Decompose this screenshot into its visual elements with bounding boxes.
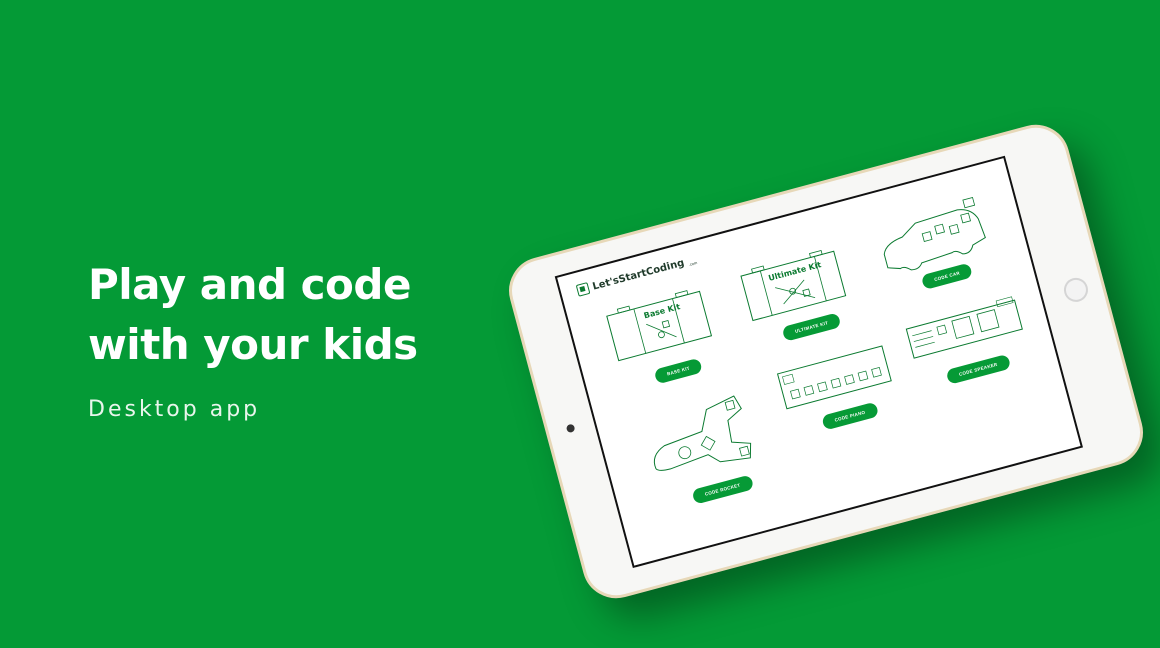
hero-title-line-1: Play and code (88, 260, 411, 309)
ultimate-kit-title: Ultimate Kit (767, 260, 822, 283)
home-button[interactable] (1061, 275, 1091, 305)
camera-icon (565, 423, 576, 434)
brand-suffix: .com (688, 260, 698, 268)
hero-subtitle: Desktop app (88, 397, 261, 422)
hero: Play and code with your kids Desktop app (88, 255, 418, 422)
base-kit-icon: Base Kit (606, 290, 713, 362)
hero-title: Play and code with your kids (88, 255, 418, 375)
chip-logo-icon (575, 282, 591, 297)
brand-name: Let'sStartCoding (591, 257, 686, 293)
hero-title-line-2: with your kids (88, 320, 418, 369)
tablet-screen: Let'sStartCoding .com Base Kit BASE KIT (554, 155, 1083, 569)
tablet-device: Let'sStartCoding .com Base Kit BASE KIT (501, 117, 1151, 606)
